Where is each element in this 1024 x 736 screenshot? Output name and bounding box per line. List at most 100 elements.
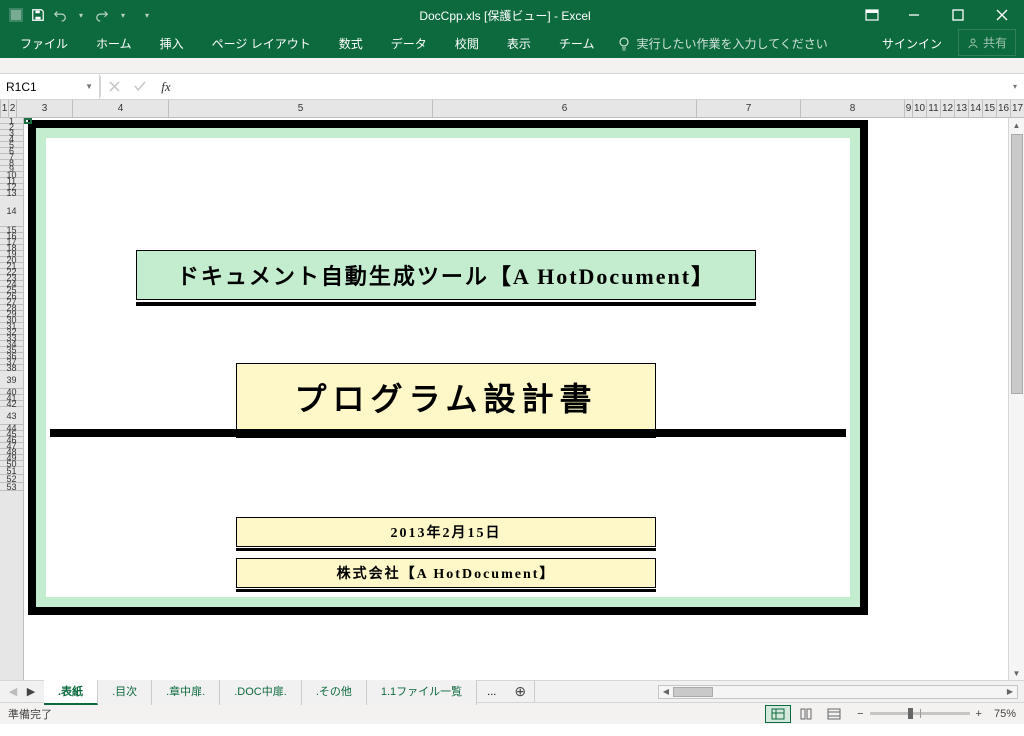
tab-data[interactable]: データ — [377, 29, 441, 58]
tab-view[interactable]: 表示 — [493, 29, 545, 58]
undo-dropdown-icon[interactable]: ▾ — [74, 8, 88, 22]
share-icon — [967, 37, 979, 49]
cover-page-frame: ドキュメント自動生成ツール【A HotDocument】 プログラム設計書 20… — [28, 120, 868, 615]
row-headers: 1234567891011121314151617181920212223242… — [0, 118, 24, 680]
name-box-value: R1C1 — [6, 80, 37, 94]
maximize-button[interactable] — [936, 0, 980, 30]
formula-input[interactable] — [179, 74, 1006, 99]
formula-confirm-button[interactable] — [127, 81, 153, 92]
window-title: DocCpp.xls [保護ビュー] - Excel — [154, 7, 856, 24]
insert-function-button[interactable]: fx — [153, 79, 179, 95]
signin-link[interactable]: サインイン — [868, 29, 956, 58]
view-normal-button[interactable] — [765, 705, 791, 723]
scroll-down-icon[interactable]: ▼ — [1013, 666, 1021, 680]
select-all-button[interactable] — [0, 100, 1, 117]
sheet-canvas[interactable]: ドキュメント自動生成ツール【A HotDocument】 プログラム設計書 20… — [24, 118, 1024, 680]
close-button[interactable] — [980, 0, 1024, 30]
worksheet: 123456789101112131415161718 123456789101… — [0, 100, 1024, 680]
tell-me-label: 実行したい作業を入力してください — [636, 35, 827, 52]
column-header[interactable]: 16 — [997, 100, 1011, 117]
ribbon-body-collapsed — [0, 58, 1024, 74]
share-button[interactable]: 共有 — [958, 29, 1016, 56]
sheet-nav-first-icon[interactable]: ◀ — [6, 685, 20, 698]
tell-me-box[interactable]: 実行したい作業を入力してください — [608, 29, 837, 58]
column-header[interactable]: 9 — [905, 100, 913, 117]
column-header[interactable]: 10 — [913, 100, 927, 117]
sheet-tab-bar: ◀ ▶ .表紙.目次.章中扉..DOC中扉..その他1.1ファイル一覧 ... … — [0, 680, 1024, 702]
ribbon-display-options-icon[interactable] — [856, 1, 888, 29]
tab-team[interactable]: チーム — [545, 29, 609, 58]
undo-icon[interactable] — [52, 7, 68, 23]
share-label: 共有 — [983, 34, 1007, 51]
qat-customize-icon[interactable]: ▾ — [140, 8, 154, 22]
horizontal-scrollbar[interactable]: ◀ ▶ — [658, 685, 1018, 699]
tab-page-layout[interactable]: ページ レイアウト — [198, 29, 325, 58]
formula-cancel-button[interactable] — [101, 81, 127, 92]
column-headers: 123456789101112131415161718 — [0, 100, 1024, 118]
name-box[interactable]: R1C1 ▼ — [0, 74, 100, 99]
company-box: 株式会社【A HotDocument】 — [236, 558, 656, 588]
column-header[interactable]: 3 — [17, 100, 73, 117]
minimize-button[interactable] — [892, 0, 936, 30]
column-header[interactable]: 8 — [801, 100, 905, 117]
formula-bar: R1C1 ▼ fx ▾ — [0, 74, 1024, 100]
formula-bar-expand-icon[interactable]: ▾ — [1006, 74, 1024, 99]
view-page-layout-button[interactable] — [793, 705, 819, 723]
tab-formulas[interactable]: 数式 — [325, 29, 377, 58]
tool-title-box: ドキュメント自動生成ツール【A HotDocument】 — [136, 250, 756, 300]
date-box: 2013年2月15日 — [236, 517, 656, 547]
sheet-tab[interactable]: .DOC中扉. — [220, 678, 302, 705]
column-header[interactable]: 13 — [955, 100, 969, 117]
lightbulb-icon — [618, 37, 630, 51]
excel-app-icon — [8, 7, 24, 23]
column-header[interactable]: 6 — [433, 100, 697, 117]
scroll-right-icon[interactable]: ▶ — [1003, 687, 1017, 696]
zoom-out-button[interactable]: − — [857, 708, 863, 720]
zoom-level-label[interactable]: 75% — [994, 708, 1016, 720]
status-ready-label: 準備完了 — [8, 706, 52, 722]
save-icon[interactable] — [30, 7, 46, 23]
zoom-thumb[interactable] — [908, 708, 913, 719]
tab-home[interactable]: ホーム — [82, 29, 146, 58]
scroll-left-icon[interactable]: ◀ — [659, 687, 673, 696]
zoom-in-button[interactable]: + — [976, 708, 982, 720]
sheet-nav-next-icon[interactable]: ▶ — [24, 685, 38, 698]
divider-bar — [50, 429, 846, 437]
column-header[interactable]: 5 — [169, 100, 433, 117]
status-bar: 準備完了 − + 75% — [0, 702, 1024, 724]
scroll-up-icon[interactable]: ▲ — [1013, 118, 1021, 132]
redo-icon[interactable] — [94, 7, 110, 23]
column-header[interactable]: 15 — [983, 100, 997, 117]
tab-file[interactable]: ファイル — [6, 29, 82, 58]
title-bar: ▾ ▾ ▾ DocCpp.xls [保護ビュー] - Excel — [0, 0, 1024, 30]
row-header[interactable]: 53 — [0, 483, 23, 491]
name-box-dropdown-icon[interactable]: ▼ — [85, 82, 93, 91]
ribbon-tabs: ファイル ホーム 挿入 ページ レイアウト 数式 データ 校閲 表示 チーム 実… — [0, 30, 1024, 58]
column-header[interactable]: 1 — [1, 100, 9, 117]
column-header[interactable]: 2 — [9, 100, 17, 117]
zoom-slider[interactable]: − + 75% — [857, 708, 1016, 720]
column-header[interactable]: 12 — [941, 100, 955, 117]
column-header[interactable]: 4 — [73, 100, 169, 117]
sheet-tab[interactable]: .目次 — [98, 678, 152, 705]
vertical-scrollbar[interactable]: ▲ ▼ — [1008, 118, 1024, 680]
sheet-tab[interactable]: .章中扉. — [152, 678, 220, 705]
zoom-track[interactable] — [870, 712, 970, 715]
column-header[interactable]: 7 — [697, 100, 801, 117]
column-header[interactable]: 11 — [927, 100, 941, 117]
redo-dropdown-icon[interactable]: ▾ — [116, 8, 130, 22]
sheet-tab[interactable]: .その他 — [302, 678, 367, 705]
column-header[interactable]: 14 — [969, 100, 983, 117]
add-sheet-button[interactable]: ⊕ — [506, 683, 534, 700]
vertical-scroll-thumb[interactable] — [1011, 134, 1023, 394]
view-page-break-button[interactable] — [821, 705, 847, 723]
sheet-tab[interactable]: .表紙 — [44, 678, 98, 705]
tab-review[interactable]: 校閲 — [441, 29, 493, 58]
tab-insert[interactable]: 挿入 — [146, 29, 198, 58]
column-header[interactable]: 17 — [1011, 100, 1024, 117]
sheet-tabs-more[interactable]: ... — [477, 682, 506, 702]
horizontal-scroll-thumb[interactable] — [673, 687, 713, 697]
document-title-box: プログラム設計書 — [236, 363, 656, 431]
row-header[interactable]: 14 — [0, 196, 23, 227]
sheet-tab[interactable]: 1.1ファイル一覧 — [367, 678, 477, 705]
